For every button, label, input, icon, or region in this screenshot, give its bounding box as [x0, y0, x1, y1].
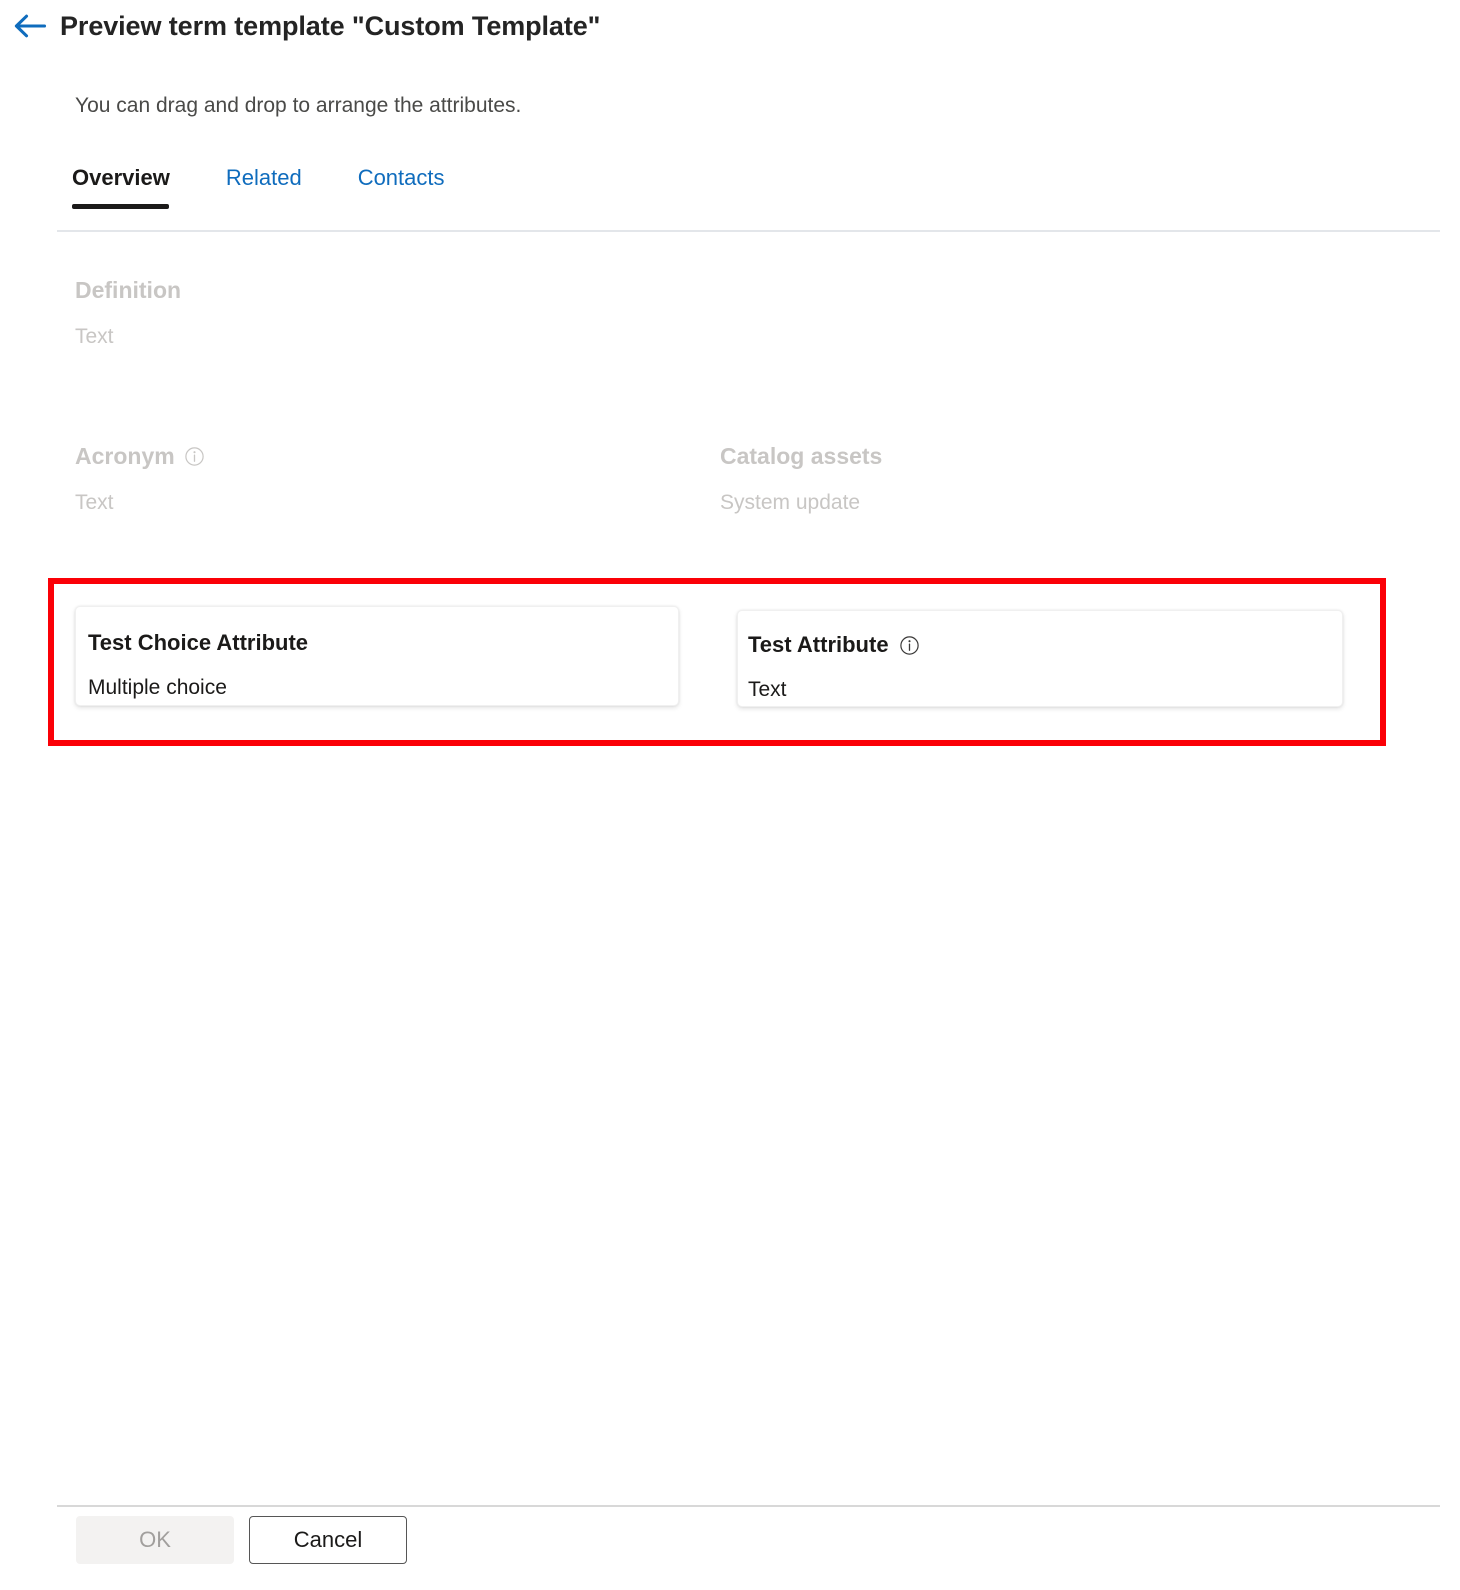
- attribute-card-test-choice-attribute[interactable]: Test Choice Attribute Multiple choice: [75, 606, 679, 706]
- info-circle-icon[interactable]: [899, 635, 920, 656]
- tab-bar-divider: [57, 230, 1440, 232]
- attribute-card-test-attribute[interactable]: Test Attribute Text: [737, 610, 1343, 707]
- attribute-card-type: Multiple choice: [88, 674, 678, 702]
- tab-related[interactable]: Related: [226, 165, 302, 209]
- tab-contacts[interactable]: Contacts: [358, 165, 445, 209]
- page-title: Preview term template "Custom Template": [60, 13, 600, 40]
- field-definition-label-text: Definition: [75, 275, 181, 305]
- field-acronym-value: Text: [75, 489, 205, 517]
- page-header: Preview term template "Custom Template": [0, 0, 1460, 52]
- footer-actions: OK Cancel: [76, 1516, 407, 1564]
- field-definition: Definition Text: [75, 275, 181, 351]
- instructions-text: You can drag and drop to arrange the att…: [75, 92, 521, 120]
- info-circle-icon[interactable]: [184, 446, 205, 467]
- ok-button[interactable]: OK: [76, 1516, 234, 1564]
- attribute-card-type: Text: [748, 676, 1342, 704]
- field-acronym-label-text: Acronym: [75, 441, 175, 471]
- attribute-card-name: Test Choice Attribute: [88, 629, 678, 657]
- field-definition-value: Text: [75, 323, 181, 351]
- field-acronym: Acronym Text: [75, 441, 205, 517]
- field-catalog-assets: Catalog assets System update: [720, 441, 882, 517]
- field-acronym-label: Acronym: [75, 441, 205, 471]
- field-catalog-assets-label: Catalog assets: [720, 441, 882, 471]
- field-catalog-assets-label-text: Catalog assets: [720, 441, 882, 471]
- attribute-card-name: Test Attribute: [748, 631, 1342, 659]
- footer-divider: [57, 1505, 1440, 1507]
- attribute-card-name-text: Test Attribute: [748, 631, 889, 659]
- back-arrow-icon[interactable]: [6, 4, 54, 48]
- tab-bar: Overview Related Contacts: [72, 165, 445, 209]
- cancel-button[interactable]: Cancel: [249, 1516, 407, 1564]
- attribute-card-name-text: Test Choice Attribute: [88, 629, 308, 657]
- field-definition-label: Definition: [75, 275, 181, 305]
- tab-overview[interactable]: Overview: [72, 165, 170, 209]
- field-catalog-assets-value: System update: [720, 489, 882, 517]
